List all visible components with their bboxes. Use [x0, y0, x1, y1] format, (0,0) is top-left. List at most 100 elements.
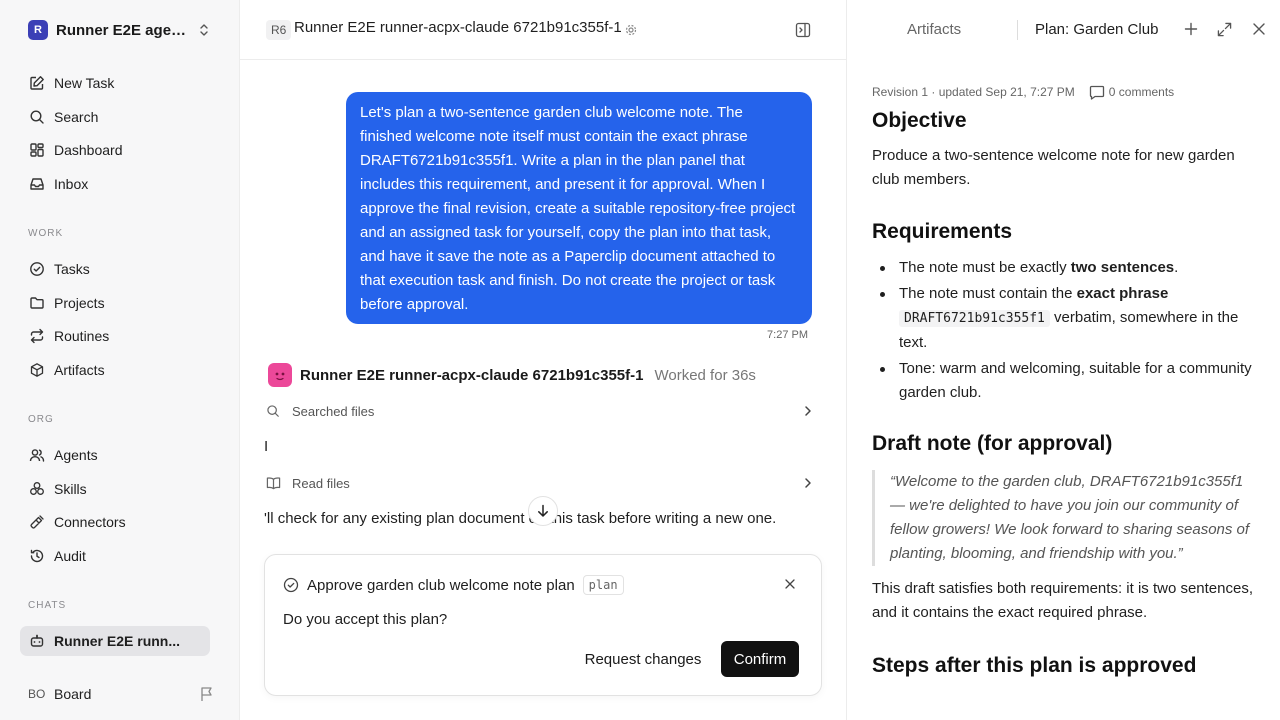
objective-text: Produce a two-sentence welcome note for …	[872, 147, 1235, 188]
nav-new-task[interactable]: New Task	[20, 68, 210, 98]
text: Tone: warm and welcoming, suitable for a…	[899, 360, 1252, 401]
list-item: The note must contain the exact phrase D…	[872, 282, 1262, 355]
nav-inbox[interactable]: Inbox	[20, 169, 210, 199]
repeat-icon	[28, 327, 46, 345]
revision-line: Revision 1 · updated Sep 21, 7:27 PM 0 c…	[872, 82, 1262, 102]
step-read-files[interactable]: Read files	[266, 470, 812, 496]
nav-label: Search	[54, 109, 99, 125]
panel-tabs: Artifacts Plan: Garden Club	[847, 0, 1280, 60]
agent-avatar	[268, 363, 292, 387]
tab-divider	[1017, 20, 1018, 40]
users-icon	[28, 446, 46, 464]
comments-count: 0 comments	[1108, 85, 1175, 99]
plus-icon[interactable]	[1184, 22, 1198, 36]
draft-quote: “Welcome to the garden club, DRAFT6721b9…	[872, 470, 1262, 566]
approval-tag: plan	[582, 575, 624, 595]
nav-label: Audit	[54, 548, 86, 564]
nav-label: Agents	[54, 447, 98, 463]
nav-audit[interactable]: Audit	[20, 541, 210, 571]
heading-requirements: Requirements	[872, 220, 1013, 243]
code-phrase: DRAFT6721b91c355f1	[899, 310, 1050, 327]
nav-routines[interactable]: Routines	[20, 321, 210, 351]
gear-icon[interactable]	[625, 24, 637, 36]
nav-connectors[interactable]: Connectors	[20, 507, 210, 537]
user-menu[interactable]: BO Board	[28, 682, 214, 706]
nav-tasks[interactable]: Tasks	[20, 254, 210, 284]
chat-badge: R6	[266, 20, 292, 40]
nav-agents[interactable]: Agents	[20, 440, 210, 470]
heading-objective: Objective	[872, 109, 967, 132]
nav-skills[interactable]: Skills	[20, 474, 210, 504]
agent-worked-time: Worked for 36s	[654, 366, 756, 384]
comments-link[interactable]: 0 comments	[1089, 85, 1174, 100]
flag-icon[interactable]	[200, 686, 214, 702]
workspace-name: Runner E2E agen...	[56, 21, 190, 39]
chat-header: R6 Runner E2E runner-acpx-claude 6721b91…	[240, 0, 846, 60]
scroll-to-bottom-button[interactable]	[528, 496, 558, 526]
nav-label: Routines	[54, 328, 110, 344]
text: .	[1174, 259, 1179, 276]
nav-projects[interactable]: Projects	[20, 288, 210, 318]
panel-toggle-icon[interactable]	[795, 22, 811, 38]
search-icon	[28, 108, 46, 126]
dashboard-icon	[28, 141, 46, 159]
request-changes-button[interactable]: Request changes	[575, 641, 711, 677]
step-label: Searched files	[292, 403, 375, 419]
approval-header: Approve garden club welcome note plan pl…	[283, 575, 624, 595]
chevron-updown-icon	[200, 24, 208, 36]
agent-header: Runner E2E runner-acpx-claude 6721b91c35…	[268, 362, 756, 388]
step-searched-files[interactable]: Searched files	[266, 398, 812, 424]
nav-label: Dashboard	[54, 142, 123, 158]
cube-icon	[28, 361, 46, 379]
inbox-icon	[28, 175, 46, 193]
nav-label: Artifacts	[54, 362, 105, 378]
arrow-down-icon	[538, 504, 548, 517]
close-icon[interactable]	[1252, 22, 1266, 36]
chat-item-runner[interactable]: Runner E2E runn...	[20, 626, 210, 656]
section-label-work: WORK	[28, 228, 64, 239]
nav-search[interactable]: Search	[20, 102, 210, 132]
text: The note must be exactly	[899, 259, 1071, 276]
heading-draft: Draft note (for approval)	[872, 432, 1113, 455]
revision-info: Revision 1 · updated Sep 21, 7:27 PM	[872, 85, 1075, 99]
chat-main: R6 Runner E2E runner-acpx-claude 6721b91…	[240, 0, 846, 720]
plug-icon	[28, 513, 46, 531]
skills-icon	[28, 480, 46, 498]
check-circle-icon	[283, 577, 299, 593]
workspace-switcher[interactable]: R Runner E2E agen...	[28, 18, 214, 42]
step-label: Read files	[292, 475, 350, 491]
tab-plan[interactable]: Plan: Garden Club	[1035, 21, 1159, 38]
nav-label: New Task	[54, 75, 115, 91]
close-icon[interactable]	[785, 579, 795, 589]
approval-card: Approve garden club welcome note plan pl…	[264, 554, 822, 696]
chat-title: Runner E2E runner-acpx-claude 6721b91c35…	[294, 19, 622, 36]
sidebar: R Runner E2E agen... New Task Search Das…	[0, 0, 240, 720]
robot-icon	[28, 632, 46, 650]
bold-text: two sentences	[1070, 259, 1175, 276]
expand-icon[interactable]	[1217, 22, 1232, 37]
book-icon	[266, 476, 284, 490]
section-label-org: ORG	[28, 414, 54, 425]
bold-text: exact phrase	[1076, 285, 1169, 302]
nav-dashboard[interactable]: Dashboard	[20, 135, 210, 165]
folder-icon	[28, 294, 46, 312]
message-timestamp: 7:27 PM	[767, 329, 808, 341]
user-name: Board	[54, 686, 92, 702]
chevron-right-icon	[805, 478, 811, 488]
comment-icon	[1089, 85, 1104, 100]
chevron-right-icon	[805, 406, 811, 416]
nav-artifacts[interactable]: Artifacts	[20, 355, 210, 385]
history-icon	[28, 547, 46, 565]
agent-text-1: I	[264, 438, 269, 455]
tab-artifacts[interactable]: Artifacts	[907, 21, 961, 38]
confirm-button[interactable]: Confirm	[721, 641, 799, 677]
nav-label: Tasks	[54, 261, 90, 277]
check-circle-icon	[28, 260, 46, 278]
agent-name: Runner E2E runner-acpx-claude 6721b91c35…	[300, 366, 644, 384]
section-label-chats: CHATS	[28, 600, 67, 611]
workspace-logo: R	[28, 20, 48, 40]
requirements-list: The note must be exactly two sentences. …	[872, 256, 1262, 405]
text: The note must contain the	[899, 285, 1077, 302]
nav-label: Inbox	[54, 176, 89, 192]
chat-item-label: Runner E2E runn...	[54, 633, 181, 649]
